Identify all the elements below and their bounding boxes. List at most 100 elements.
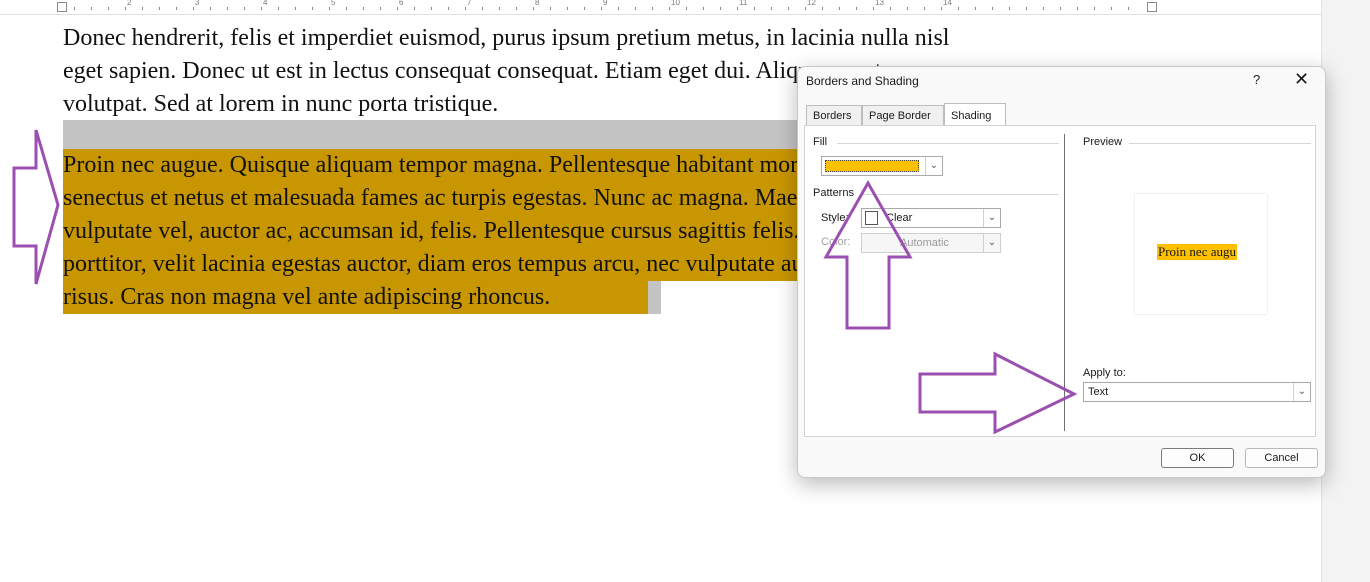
tab-page-border[interactable]: Page Border <box>862 105 944 125</box>
ruler-tick <box>1077 7 1078 10</box>
ruler-tick <box>635 7 636 10</box>
ruler-tick <box>227 7 228 10</box>
ruler-tick <box>363 7 364 10</box>
tab-shading[interactable]: Shading <box>944 103 1006 125</box>
right-indent-marker[interactable] <box>1147 2 1157 12</box>
section-separator <box>1064 134 1065 431</box>
shaded-text-line: Proin nec augue. Quisque aliquam tempor … <box>63 152 902 178</box>
ruler-tick <box>210 7 211 10</box>
ruler-tick <box>737 7 738 10</box>
ruler-tick <box>125 7 126 10</box>
pattern-style-dropdown[interactable]: Clear ⌄ <box>861 208 1001 228</box>
ruler-tick <box>1043 7 1044 10</box>
help-button[interactable]: ? <box>1253 72 1260 87</box>
ruler-number: 3 <box>195 0 200 7</box>
apply-to-dropdown[interactable]: Text ⌄ <box>1083 382 1311 402</box>
divider <box>1129 143 1311 144</box>
ruler-tick <box>516 7 517 10</box>
ruler-number: 10 <box>671 0 680 7</box>
left-indent-marker[interactable] <box>57 2 67 12</box>
ruler-tick <box>907 7 908 10</box>
ruler-tick <box>244 7 245 10</box>
ruler-number: 12 <box>807 0 816 7</box>
divider <box>861 194 1059 195</box>
ruler-tick <box>856 7 857 10</box>
ruler-number: 13 <box>875 0 884 7</box>
ruler-number: 8 <box>535 0 540 7</box>
pattern-swatch <box>865 211 878 225</box>
ruler-tick <box>414 7 415 10</box>
ruler-tick <box>839 7 840 10</box>
ruler-tick <box>975 7 976 10</box>
ruler-tick <box>703 7 704 10</box>
preview-sample-text: Proin nec augu <box>1157 244 1237 260</box>
fill-color-dropdown[interactable]: ⌄ <box>821 156 943 176</box>
ruler-tick <box>720 7 721 10</box>
chevron-down-icon: ⌄ <box>925 157 942 175</box>
preview-label: Preview <box>1083 136 1123 148</box>
style-label: Style: <box>821 212 849 224</box>
ruler-tick <box>312 7 313 10</box>
ruler-tick <box>890 7 891 10</box>
selection-gap-bar <box>63 120 798 149</box>
ruler-tick <box>686 7 687 10</box>
right-arrow-annotation-left <box>12 129 60 285</box>
close-icon[interactable]: ✕ <box>1294 69 1309 90</box>
body-text-line: Donec hendrerit, felis et imperdiet euis… <box>63 25 950 51</box>
ruler-tick <box>958 7 959 10</box>
ruler-number: 7 <box>467 0 472 7</box>
ruler-number: 14 <box>943 0 952 7</box>
fill-color-swatch <box>825 160 919 172</box>
patterns-label: Patterns <box>813 187 854 199</box>
ruler-tick <box>992 7 993 10</box>
ruler-tick <box>193 7 194 10</box>
chevron-down-icon: ⌄ <box>983 209 1000 227</box>
ruler-tick <box>618 7 619 10</box>
ruler-tick <box>924 7 925 10</box>
ruler-tick <box>788 7 789 10</box>
divider <box>837 143 1059 144</box>
pattern-style-value: Clear <box>886 212 913 224</box>
ruler-tick <box>329 7 330 10</box>
borders-and-shading-dialog: Borders and Shading ? ✕ Borders Page Bor… <box>797 66 1326 478</box>
ruler-tick <box>567 7 568 10</box>
ruler-tick <box>1094 7 1095 10</box>
paragraph-end-selection <box>648 281 661 314</box>
ruler-tick <box>1026 7 1027 10</box>
ruler-tick <box>448 7 449 10</box>
ruler-tick <box>584 7 585 10</box>
ruler-number: 5 <box>331 0 336 7</box>
body-text-line: eget sapien. Donec ut est in lectus cons… <box>63 58 882 84</box>
ruler-tick <box>380 7 381 10</box>
shaded-text-line: risus. Cras non magna vel ante adipiscin… <box>63 284 551 310</box>
color-label: Color: <box>821 236 851 248</box>
cancel-button[interactable]: Cancel <box>1245 448 1318 468</box>
pattern-color-dropdown[interactable]: Automatic ⌄ <box>861 233 1001 253</box>
tab-borders[interactable]: Borders <box>806 105 862 125</box>
ruler-tick <box>1009 7 1010 10</box>
ruler-number: 6 <box>399 0 404 7</box>
ruler-tick <box>431 7 432 10</box>
ruler-tick <box>142 7 143 10</box>
chevron-down-icon: ⌄ <box>1293 383 1310 401</box>
ruler-tick <box>108 7 109 10</box>
ruler-tick <box>873 7 874 10</box>
ok-button[interactable]: OK <box>1161 448 1234 468</box>
ruler-tick <box>482 7 483 10</box>
horizontal-ruler[interactable]: 2 3 4 5 6 7 8 9 10 11 12 13 14 <box>0 0 1322 15</box>
apply-to-value: Text <box>1088 386 1109 398</box>
ruler-number: 11 <box>739 0 748 7</box>
ruler-tick <box>669 7 670 10</box>
ruler-tick <box>465 7 466 10</box>
ruler-tick <box>754 7 755 10</box>
ruler-number: 4 <box>263 0 268 7</box>
vertical-scrollbar[interactable] <box>1321 0 1370 582</box>
ruler-tick <box>550 7 551 10</box>
ruler-tick <box>1128 7 1129 10</box>
ruler-tick <box>822 7 823 10</box>
ruler-tick <box>499 7 500 10</box>
ruler-tick <box>91 7 92 10</box>
ruler-number: 2 <box>127 0 132 7</box>
chevron-down-icon: ⌄ <box>983 234 1000 252</box>
pattern-color-value: Automatic <box>900 237 949 249</box>
